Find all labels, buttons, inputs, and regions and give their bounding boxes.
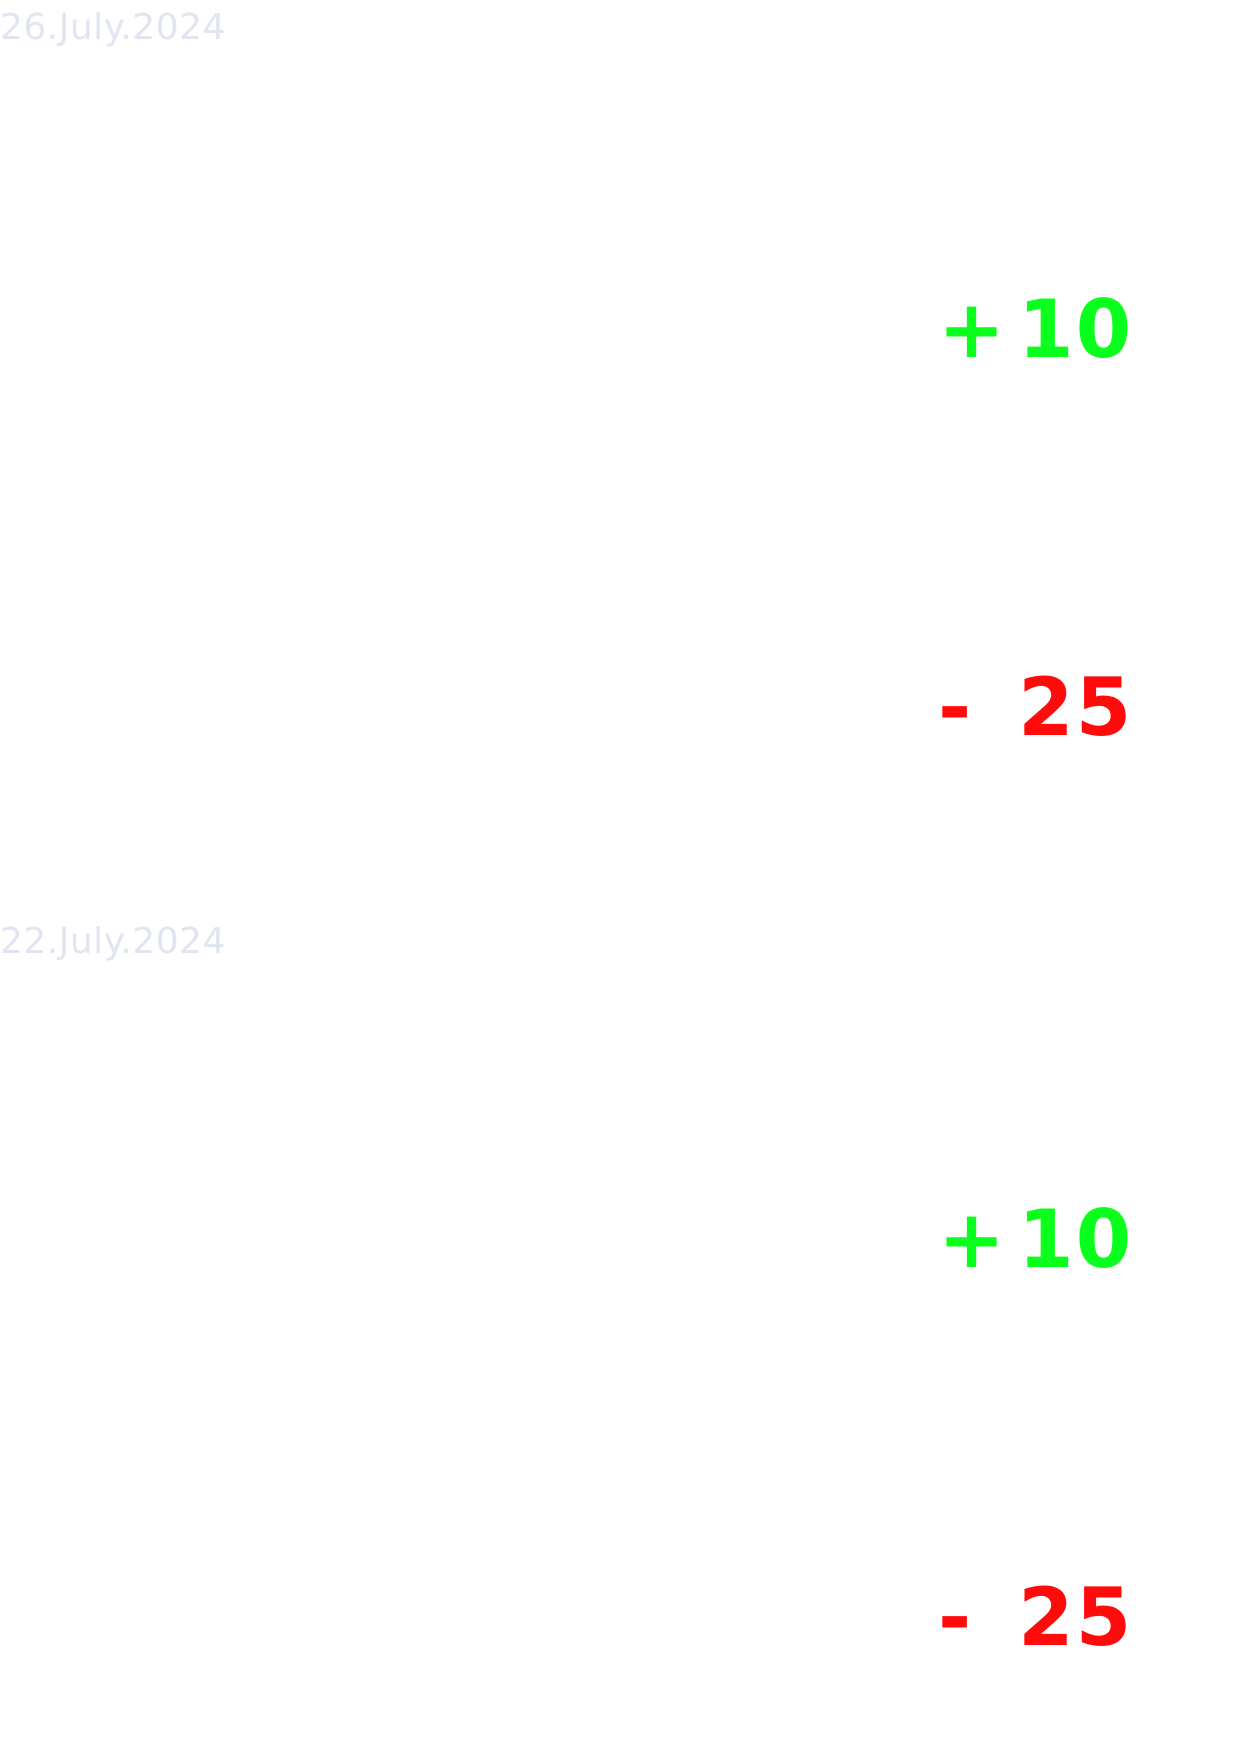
amount-sign: + — [938, 1193, 1008, 1286]
amount-sign: + — [938, 283, 1008, 376]
transaction-amount-debit: -25 — [938, 1578, 1133, 1658]
amount-value: 25 — [1018, 661, 1134, 754]
amount-sign: - — [938, 1571, 974, 1664]
date-header: 26.July.2024 — [0, 7, 226, 48]
amount-value: 10 — [1018, 283, 1134, 376]
amount-value: 10 — [1018, 1193, 1134, 1286]
amount-sign: - — [938, 661, 974, 754]
transaction-amount-credit: +10 — [938, 290, 1133, 370]
transaction-amount-debit: -25 — [938, 668, 1133, 748]
amount-value: 25 — [1018, 1571, 1134, 1664]
date-header: 22.July.2024 — [0, 921, 226, 962]
transaction-amount-credit: +10 — [938, 1200, 1133, 1280]
